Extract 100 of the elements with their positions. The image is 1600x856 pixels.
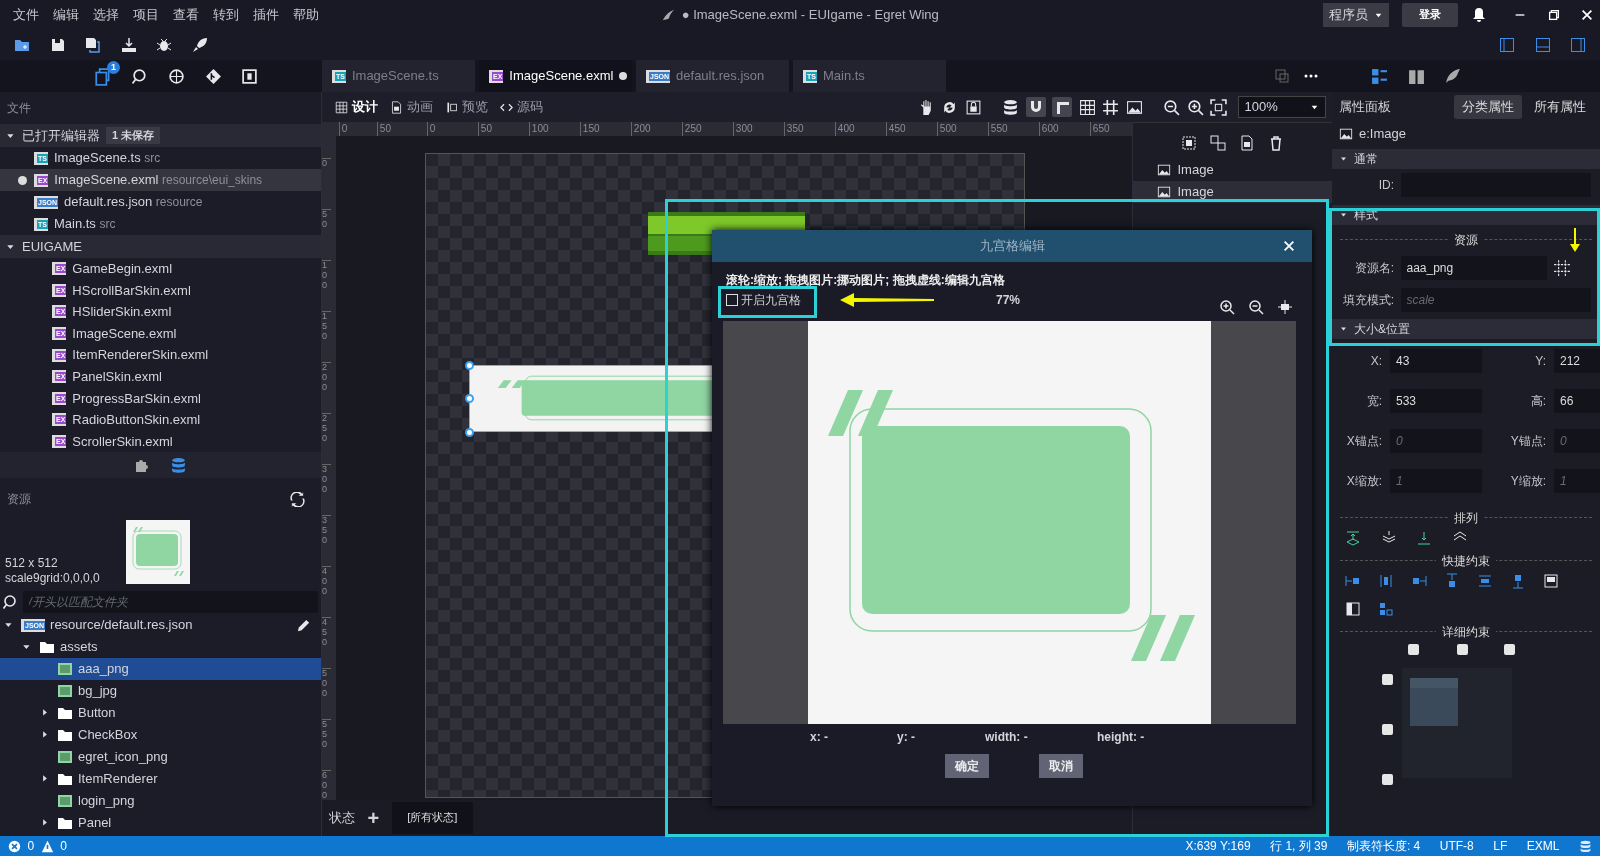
tree-item[interactable]: bg_jpg bbox=[0, 680, 321, 702]
select-icon[interactable] bbox=[1181, 135, 1197, 151]
fit-icon[interactable] bbox=[1210, 98, 1227, 116]
download-icon[interactable] bbox=[120, 37, 137, 53]
new-folder-icon[interactable] bbox=[14, 37, 30, 53]
menu-item[interactable]: 编辑 bbox=[46, 5, 86, 25]
status-item[interactable]: X:639 Y:169 bbox=[1185, 837, 1251, 855]
tree-item[interactable]: Panel bbox=[0, 812, 321, 834]
constraint-checkbox[interactable] bbox=[1457, 643, 1468, 655]
tree-item[interactable]: assets bbox=[0, 636, 321, 658]
view-tab[interactable]: 源码 bbox=[493, 97, 549, 117]
zoom-out-icon[interactable] bbox=[1247, 298, 1264, 315]
hash-icon[interactable] bbox=[1102, 98, 1119, 116]
dialog-button[interactable]: 取消 bbox=[1039, 754, 1083, 778]
file-item[interactable]: ProgressBarSkin.exml bbox=[72, 388, 201, 409]
fit-icon[interactable] bbox=[1276, 298, 1293, 315]
zoom-in-icon[interactable] bbox=[1218, 298, 1235, 315]
view-tab[interactable]: 动画 bbox=[383, 97, 439, 117]
login-button[interactable]: 登录 bbox=[1402, 3, 1458, 27]
input-field[interactable]: aaa_png bbox=[1400, 255, 1547, 280]
close-icon[interactable] bbox=[1282, 239, 1296, 253]
constraint-checkbox[interactable] bbox=[1504, 643, 1515, 655]
tree-item[interactable]: ItemRenderer bbox=[0, 768, 321, 790]
section-header[interactable]: 已打开编辑器 1 未保存 bbox=[0, 124, 321, 147]
status-item[interactable]: 制表符长度: 4 bbox=[1346, 837, 1421, 855]
lock-icon[interactable] bbox=[964, 98, 982, 116]
notification-icon[interactable] bbox=[1579, 839, 1592, 853]
tree-item[interactable]: aaa_png bbox=[0, 658, 321, 680]
constraint-checkbox[interactable] bbox=[1382, 723, 1393, 735]
status-item[interactable]: UTF-8 bbox=[1439, 837, 1474, 855]
file-item[interactable]: ItemRendererSkin.exml bbox=[72, 345, 209, 365]
constraint-checkbox[interactable] bbox=[1382, 673, 1393, 685]
constraint-checkbox[interactable] bbox=[1382, 773, 1393, 785]
status-item[interactable]: LF bbox=[1493, 837, 1508, 855]
bug-icon[interactable] bbox=[156, 37, 172, 53]
files-icon[interactable] bbox=[94, 67, 112, 86]
align-icon[interactable] bbox=[1345, 529, 1361, 546]
warning-count[interactable]: 0 bbox=[60, 837, 67, 855]
tree-item[interactable]: Button bbox=[0, 702, 321, 724]
layout-icon[interactable] bbox=[1534, 37, 1551, 53]
property-tab[interactable]: 分类属性 bbox=[1454, 95, 1523, 119]
database-icon[interactable] bbox=[1002, 98, 1019, 116]
file-item[interactable]: PanelSkin.exml bbox=[72, 367, 162, 387]
resize-handle[interactable] bbox=[465, 394, 474, 403]
status-item[interactable]: 行 1, 列 39 bbox=[1270, 837, 1328, 855]
properties-icon[interactable] bbox=[1371, 67, 1388, 85]
corner-icon[interactable] bbox=[1052, 97, 1072, 117]
book-icon[interactable] bbox=[1407, 67, 1425, 85]
edit-icon[interactable] bbox=[296, 617, 311, 633]
file-item[interactable]: HScrollBarSkin.exml bbox=[72, 280, 191, 301]
menu-item[interactable]: 选择 bbox=[86, 5, 126, 25]
file-item[interactable]: GameBegin.exml bbox=[72, 259, 173, 279]
nine-grid-icon[interactable] bbox=[1553, 258, 1571, 277]
zoom-in-icon[interactable] bbox=[1186, 98, 1204, 116]
resize-handle[interactable] bbox=[465, 428, 474, 437]
zoom-out-icon[interactable] bbox=[1163, 98, 1180, 116]
section-header[interactable]: 大小&位置 bbox=[1332, 318, 1600, 339]
input-field[interactable]: 0 bbox=[1390, 428, 1482, 453]
zoom-select[interactable]: 100% bbox=[1237, 96, 1326, 118]
file-item[interactable]: ScrollerSkin.exml bbox=[72, 431, 173, 452]
save-all-icon[interactable] bbox=[85, 37, 101, 53]
tree-item[interactable]: egret_icon_png bbox=[0, 746, 321, 768]
image-icon[interactable] bbox=[1125, 98, 1143, 116]
menu-item[interactable]: 项目 bbox=[126, 5, 166, 25]
document-icon[interactable] bbox=[1239, 135, 1255, 151]
layer-item[interactable]: Image bbox=[1133, 159, 1332, 181]
input-field[interactable]: 0 bbox=[1554, 428, 1600, 453]
section-header[interactable]: 通常 bbox=[1332, 149, 1600, 170]
resize-handle[interactable] bbox=[465, 361, 474, 370]
debug-icon[interactable] bbox=[241, 67, 258, 85]
close-icon[interactable] bbox=[1580, 8, 1594, 22]
role-select[interactable]: 程序员 bbox=[1322, 3, 1389, 27]
save-icon[interactable] bbox=[49, 37, 66, 53]
feather-icon[interactable] bbox=[1444, 67, 1461, 85]
view-tab[interactable]: 设计 bbox=[328, 97, 384, 117]
tree-item[interactable]: login_png bbox=[0, 790, 321, 812]
menu-item[interactable]: 查看 bbox=[166, 5, 206, 25]
constraint-checkbox[interactable] bbox=[1408, 643, 1419, 655]
file-item[interactable]: RadioButtonSkin.exml bbox=[72, 410, 201, 430]
puzzle-icon[interactable] bbox=[134, 457, 151, 473]
section-header[interactable]: EUIGAME bbox=[0, 235, 321, 258]
layout-icon[interactable] bbox=[1570, 37, 1586, 53]
input-field[interactable]: 43 bbox=[1390, 348, 1482, 373]
menu-item[interactable]: 帮助 bbox=[286, 5, 326, 25]
input-field[interactable]: 212 bbox=[1554, 348, 1600, 373]
input-field[interactable]: 66 bbox=[1554, 388, 1600, 413]
error-count[interactable]: 0 bbox=[27, 837, 35, 855]
dialog-button[interactable]: 确定 bbox=[945, 754, 989, 778]
file-item[interactable]: ImageScene.exml bbox=[72, 323, 177, 344]
magnet-icon[interactable] bbox=[1025, 97, 1046, 117]
bell-icon[interactable] bbox=[1471, 7, 1487, 23]
menu-item[interactable]: 转到 bbox=[206, 5, 246, 25]
add-state-button[interactable]: + bbox=[367, 803, 380, 833]
filter-field[interactable]: /开头以匹配文件夹 bbox=[22, 591, 318, 613]
warning-icon[interactable] bbox=[40, 839, 54, 853]
constraint-icon[interactable] bbox=[1543, 572, 1559, 589]
rocket-icon[interactable] bbox=[191, 37, 208, 53]
input-field[interactable]: 533 bbox=[1390, 388, 1482, 413]
view-tab[interactable]: 预览 bbox=[438, 97, 494, 117]
tree-item[interactable]: CheckBox bbox=[0, 724, 321, 746]
